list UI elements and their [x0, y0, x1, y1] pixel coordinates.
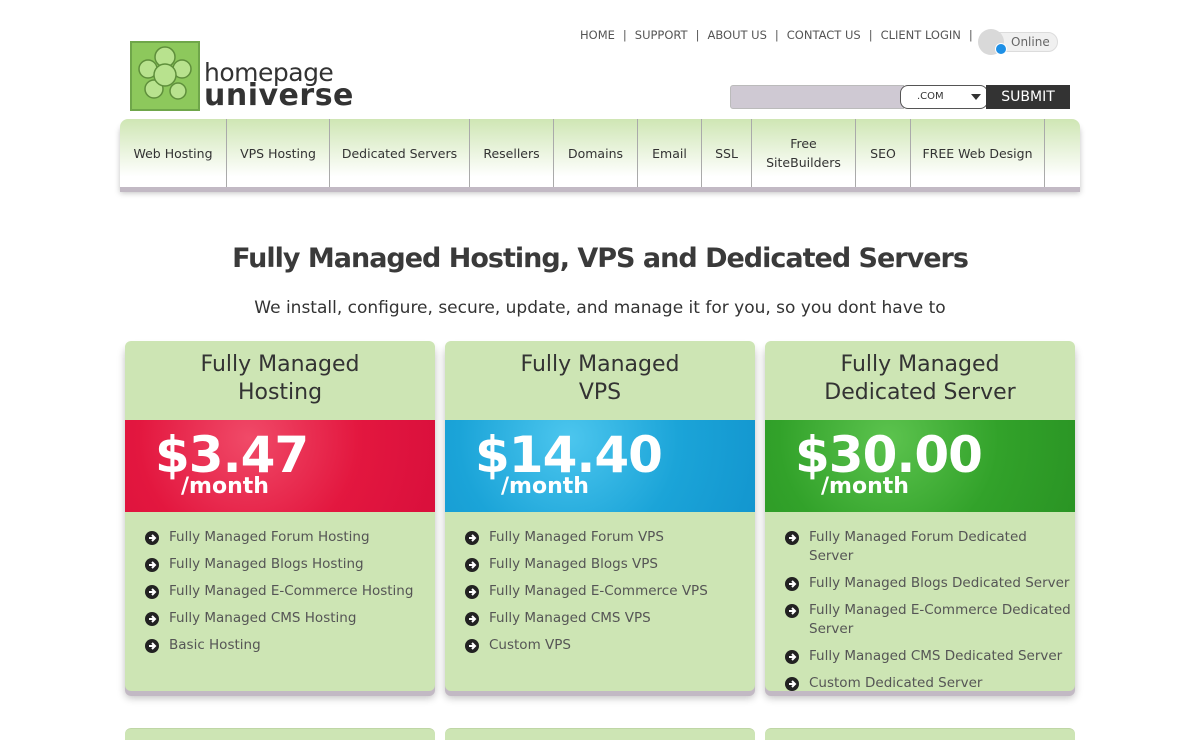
feature-item[interactable]: Fully Managed E-Commerce VPS	[465, 582, 755, 601]
feature-item[interactable]: Custom VPS	[465, 636, 755, 655]
feature-label: Fully Managed CMS VPS	[489, 610, 651, 626]
status-label: Online	[1011, 35, 1050, 49]
feature-item[interactable]: Fully Managed Forum VPS	[465, 528, 755, 547]
feature-label: Fully Managed Blogs Hosting	[169, 556, 364, 572]
plan-title: Fully Managed Dedicated Server	[824, 352, 1016, 405]
plan-period: /month	[821, 474, 909, 499]
plan-title: Fully Managed Hosting	[200, 352, 360, 405]
arrow-right-circle-icon	[145, 531, 159, 545]
nav-domains[interactable]: Domains	[554, 119, 638, 187]
plan-title: Fully Managed VPS	[520, 352, 680, 405]
topnav-about-link[interactable]: ABOUT US	[699, 28, 774, 42]
feature-item[interactable]: Custom Dedicated Server	[785, 674, 1075, 691]
arrow-right-circle-icon	[785, 650, 799, 664]
feature-label: Custom Dedicated Server	[809, 675, 983, 691]
feature-list: Fully Managed Forum Dedicated Server Ful…	[785, 528, 1075, 691]
feature-item[interactable]: Fully Managed CMS Dedicated Server	[785, 647, 1075, 666]
feature-item[interactable]: Fully Managed E-Commerce Dedicated Serve…	[785, 601, 1075, 639]
plan-period: /month	[181, 474, 269, 499]
feature-item[interactable]: Fully Managed Blogs VPS	[465, 555, 755, 574]
plan-period: /month	[501, 474, 589, 499]
topnav-contact-link[interactable]: CONTACT US	[779, 28, 869, 42]
nav-seo[interactable]: SEO	[856, 119, 911, 187]
online-dot-icon	[995, 43, 1007, 55]
brand-line-2: universe	[204, 78, 354, 113]
feature-label: Custom VPS	[489, 637, 571, 653]
topnav-client-login-link[interactable]: CLIENT LOGIN	[873, 28, 969, 42]
tld-selected-value: .COM	[917, 91, 944, 102]
arrow-right-circle-icon	[465, 585, 479, 599]
submit-button[interactable]: SUBMIT	[986, 85, 1070, 109]
feature-list: Fully Managed Forum VPS Fully Managed Bl…	[465, 528, 755, 663]
feature-label: Fully Managed E-Commerce VPS	[489, 583, 708, 599]
plan-card-vps[interactable]: Fully Managed VPS $14.40 /month Fully Ma…	[445, 341, 755, 691]
price-band: $14.40 /month	[445, 420, 755, 512]
price-band: $3.47 /month	[125, 420, 435, 512]
page-title: Fully Managed Hosting, VPS and Dedicated…	[232, 243, 969, 274]
feature-item[interactable]: Fully Managed Blogs Hosting	[145, 555, 435, 574]
nav-free-sitebuilders[interactable]: Free SiteBuilders	[752, 119, 856, 187]
arrow-right-circle-icon	[465, 531, 479, 545]
nav-dedicated-servers[interactable]: Dedicated Servers	[330, 119, 470, 187]
feature-label: Basic Hosting	[169, 637, 261, 653]
nav-web-hosting[interactable]: Web Hosting	[120, 119, 227, 187]
main-navigation: Web Hosting VPS Hosting Dedicated Server…	[120, 119, 1080, 187]
nav-vps-hosting[interactable]: VPS Hosting	[227, 119, 330, 187]
arrow-right-circle-icon	[145, 612, 159, 626]
topnav-home-link[interactable]: HOME	[572, 28, 623, 42]
top-navigation: HOME | SUPPORT | ABOUT US | CONTACT US |…	[572, 28, 973, 42]
feature-item[interactable]: Basic Hosting	[145, 636, 435, 655]
nav-email[interactable]: Email	[638, 119, 702, 187]
feature-item[interactable]: Fully Managed CMS Hosting	[145, 609, 435, 628]
site-logo[interactable]: homepage universe	[130, 40, 370, 113]
plan-card-next[interactable]	[765, 728, 1075, 740]
arrow-right-circle-icon	[465, 558, 479, 572]
feature-item[interactable]: Fully Managed Blogs Dedicated Server	[785, 574, 1075, 593]
plan-card-hosting[interactable]: Fully Managed Hosting $3.47 /month Fully…	[125, 341, 435, 691]
feature-label: Fully Managed CMS Hosting	[169, 610, 357, 626]
feature-label: Fully Managed Forum Dedicated Server	[809, 529, 1027, 564]
arrow-right-circle-icon	[145, 639, 159, 653]
feature-item[interactable]: Fully Managed Forum Dedicated Server	[785, 528, 1075, 566]
arrow-right-circle-icon	[785, 677, 799, 691]
arrow-right-circle-icon	[785, 577, 799, 591]
feature-label: Fully Managed E-Commerce Dedicated Serve…	[809, 602, 1071, 637]
topnav-support-link[interactable]: SUPPORT	[627, 28, 696, 42]
arrow-right-circle-icon	[145, 585, 159, 599]
feature-label: Fully Managed Forum VPS	[489, 529, 664, 545]
feature-item[interactable]: Fully Managed Forum Hosting	[145, 528, 435, 547]
nav-resellers[interactable]: Resellers	[470, 119, 554, 187]
nav-free-web-design[interactable]: FREE Web Design	[911, 119, 1045, 187]
arrow-right-circle-icon	[785, 531, 799, 545]
domain-search-form: .COM SUBMIT	[730, 85, 1070, 109]
chevron-down-icon	[971, 94, 981, 100]
feature-list: Fully Managed Forum Hosting Fully Manage…	[145, 528, 435, 663]
plan-card-next[interactable]	[445, 728, 755, 740]
feature-label: Fully Managed E-Commerce Hosting	[169, 583, 414, 599]
domain-search-input[interactable]	[730, 85, 904, 109]
topnav-separator: |	[968, 28, 973, 42]
feature-label: Fully Managed CMS Dedicated Server	[809, 648, 1063, 664]
plan-card-next[interactable]	[125, 728, 435, 740]
arrow-right-circle-icon	[785, 604, 799, 618]
price-band: $30.00 /month	[765, 420, 1075, 512]
flower-logo-icon	[130, 41, 200, 111]
feature-label: Fully Managed Blogs VPS	[489, 556, 658, 572]
arrow-right-circle-icon	[465, 639, 479, 653]
live-chat-status[interactable]: Online	[978, 29, 1060, 57]
arrow-right-circle-icon	[145, 558, 159, 572]
plan-card-dedicated[interactable]: Fully Managed Dedicated Server $30.00 /m…	[765, 341, 1075, 691]
feature-item[interactable]: Fully Managed CMS VPS	[465, 609, 755, 628]
feature-label: Fully Managed Forum Hosting	[169, 529, 370, 545]
page-subtitle: We install, configure, secure, update, a…	[254, 298, 946, 318]
feature-item[interactable]: Fully Managed E-Commerce Hosting	[145, 582, 435, 601]
nav-ssl[interactable]: SSL	[702, 119, 752, 187]
feature-label: Fully Managed Blogs Dedicated Server	[809, 575, 1070, 591]
arrow-right-circle-icon	[465, 612, 479, 626]
tld-select[interactable]: .COM	[900, 85, 988, 109]
